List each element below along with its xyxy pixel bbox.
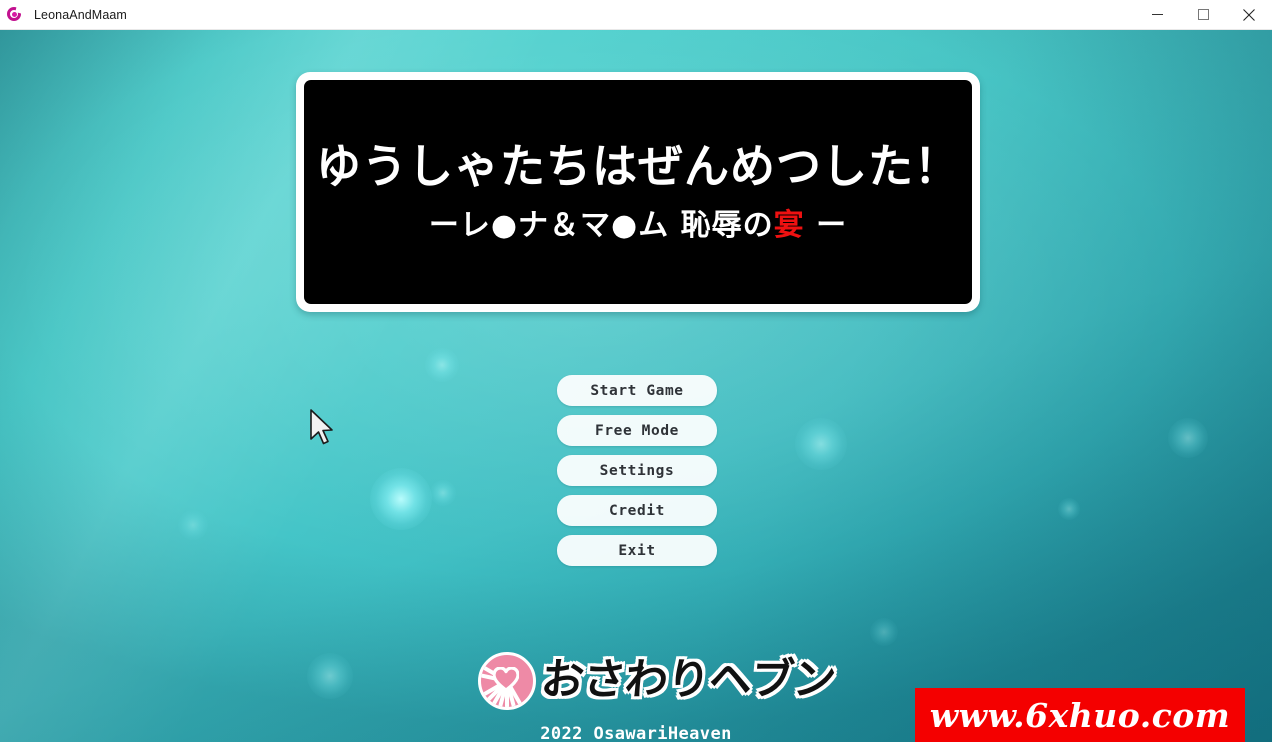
subtitle-prefix: ーレ●ナ＆マ●ム 恥辱の	[428, 207, 774, 243]
close-button[interactable]	[1226, 0, 1272, 29]
maximize-button[interactable]	[1180, 0, 1226, 29]
minimize-button[interactable]	[1134, 0, 1180, 29]
glow-bubble	[370, 468, 432, 530]
settings-button[interactable]: Settings	[557, 455, 717, 486]
main-menu: Start Game Free Mode Settings Credit Exi…	[557, 375, 717, 566]
title-banner: ゆうしゃたちはぜんめつした！ ーレ●ナ＆マ●ム 恥辱の宴 ー	[296, 72, 980, 312]
app-swirl-icon	[6, 4, 24, 24]
minimize-icon	[1151, 14, 1163, 15]
close-icon	[1243, 8, 1255, 21]
glow-bubble	[1058, 498, 1080, 520]
watermark-text: www.6xhuo.com	[929, 695, 1231, 735]
start-game-button[interactable]: Start Game	[557, 375, 717, 406]
free-mode-button[interactable]: Free Mode	[557, 415, 717, 446]
glow-bubble	[425, 348, 459, 382]
glow-bubble	[178, 510, 208, 540]
glow-bubble	[307, 653, 353, 699]
exit-button[interactable]: Exit	[557, 535, 717, 566]
game-title-main: ゆうしゃたちはぜんめつした！	[315, 138, 960, 194]
publisher-logo-text: おさわりヘブン	[538, 654, 838, 705]
title-banner-inner: ゆうしゃたちはぜんめつした！ ーレ●ナ＆マ●ム 恥辱の宴 ー	[304, 80, 972, 304]
heart-burst-icon	[478, 652, 536, 710]
heart-icon	[493, 667, 519, 691]
game-stage: ゆうしゃたちはぜんめつした！ ーレ●ナ＆マ●ム 恥辱の宴 ー Start Gam…	[0, 30, 1272, 742]
subtitle-highlight: 宴	[773, 207, 805, 243]
subtitle-suffix: ー	[804, 207, 848, 243]
glow-bubble	[430, 480, 456, 506]
maximize-icon	[1197, 9, 1209, 20]
credit-button[interactable]: Credit	[557, 495, 717, 526]
window-title: LeonaAndMaam	[34, 7, 127, 22]
glow-bubble	[795, 418, 847, 470]
window-titlebar: LeonaAndMaam	[0, 0, 1272, 30]
glow-bubble	[1168, 418, 1208, 458]
watermark-banner: www.6xhuo.com	[915, 688, 1245, 742]
publisher-logo: おさわりヘブン	[478, 642, 837, 718]
mouse-cursor	[310, 409, 333, 445]
app-window: LeonaAndMaam ゆうしゃたちはぜんめつした！ ーレ●ナ＆マ●ム 恥辱の…	[0, 0, 1272, 742]
game-title-subtitle: ーレ●ナ＆マ●ム 恥辱の宴 ー	[428, 207, 848, 243]
glow-bubble	[870, 618, 898, 646]
